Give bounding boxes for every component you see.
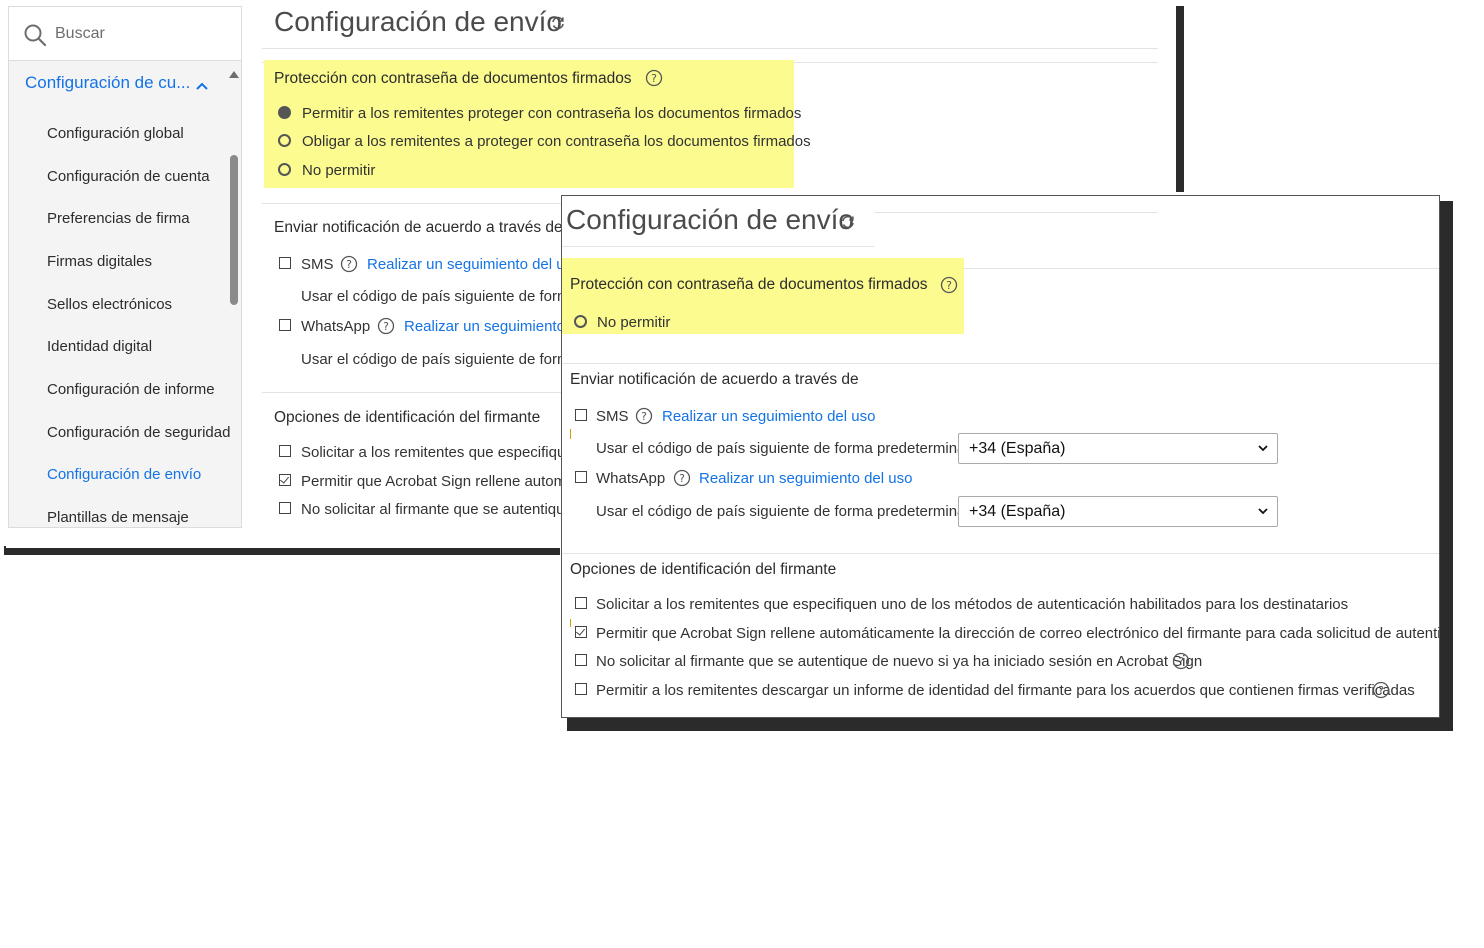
radio-disallow-password[interactable] [278,163,291,176]
refresh-icon[interactable] [550,15,566,31]
chevron-down-icon [1258,445,1268,452]
page-title-zoomed: Configuración de envío [566,204,854,235]
help-icon[interactable]: ? [940,276,958,294]
cursor-mark [570,429,571,439]
option-autofill-email-label: Permitir que Acrobat Sign rellene autom [301,473,567,490]
svg-text:?: ? [679,472,685,485]
notification-section-title: Enviar notificación de acuerdo a través … [570,371,859,388]
help-icon[interactable]: ? [340,255,358,273]
chevron-up-icon[interactable] [195,81,209,91]
svg-text:?: ? [946,279,952,292]
password-protection-section-title: Protección con contraseña de documentos … [274,70,632,87]
help-icon[interactable]: ? [1172,652,1190,670]
sms-checkbox[interactable] [575,409,587,421]
divider [874,212,1158,213]
sms-checkbox[interactable] [279,257,291,269]
search-box[interactable]: Buscar [9,7,241,61]
sms-usage-tracking-link[interactable]: Realizar un seguimiento del u [367,256,565,273]
signer-id-section-title: Opciones de identificación del firmante [570,561,837,578]
radio-require-password[interactable] [278,134,291,147]
radio-allow-password[interactable] [278,106,291,119]
option-identity-report-label: Permitir a los remitentes descargar un i… [596,682,1415,699]
sidebar-item-digital-signatures[interactable]: Firmas digitales [47,253,152,270]
whatsapp-usage-tracking-link[interactable]: Realizar un seguimiento del uso [699,470,912,487]
help-icon[interactable]: ? [645,69,663,87]
option-disallow-password-label: No permitir [302,162,376,179]
radio-disallow-password[interactable] [574,315,587,328]
sidebar-item-message-templates[interactable]: Plantillas de mensaje [47,509,189,526]
help-icon[interactable]: ? [377,317,395,335]
option-no-reauth-label: No solicitar al firmante que se autentiq… [301,501,565,518]
help-icon[interactable]: ? [673,469,691,487]
option-autofill-email-label: Permitir que Acrobat Sign rellene automá… [596,625,1440,642]
divider [562,553,1439,554]
divider [964,268,1439,269]
whatsapp-country-code-label: Usar el código de país siguiente de form [301,351,570,368]
divider [262,48,1158,49]
divider [562,246,874,247]
chevron-down-icon [1258,508,1268,515]
svg-text:?: ? [641,410,647,423]
checkbox-autofill-email[interactable] [575,626,587,638]
scroll-up-arrow-icon[interactable] [229,71,239,78]
sidebar-item-account-settings[interactable]: Configuración de cuenta [47,168,210,185]
option-request-auth-method-label: Solicitar a los remitentes que especifiq… [301,444,574,461]
notification-section-title: Enviar notificación de acuerdo a través … [274,219,563,236]
sms-usage-tracking-link[interactable]: Realizar un seguimiento del uso [662,408,875,425]
sidebar-item-digital-identity[interactable]: Identidad digital [47,338,152,355]
sidebar-item-global-settings[interactable]: Configuración global [47,125,184,142]
whatsapp-checkbox[interactable] [279,319,291,331]
sidebar-item-report-settings[interactable]: Configuración de informe [47,381,215,398]
scrollbar-thumb[interactable] [230,155,238,305]
option-disallow-password-label: No permitir [597,314,671,331]
search-icon [24,24,47,47]
help-icon[interactable]: ? [1372,681,1390,699]
option-no-reauth-label: No solicitar al firmante que se autentiq… [596,653,1203,670]
svg-text:?: ? [651,72,657,85]
checkbox-autofill-email[interactable] [279,474,291,486]
sidebar-item-electronic-seals[interactable]: Sellos electrónicos [47,296,172,313]
sms-country-code-label: Usar el código de país siguiente de form [301,288,570,305]
whatsapp-checkbox[interactable] [575,471,587,483]
whatsapp-country-selected-value: +34 (España) [969,503,1066,520]
whatsapp-country-select[interactable]: +34 (España) [958,496,1278,527]
sms-label: SMS [596,408,629,425]
whatsapp-label: WhatsApp [596,470,666,487]
checkbox-request-auth-method[interactable] [575,597,587,609]
page-title: Configuración de envío [274,6,562,37]
signer-id-section-title: Opciones de identificación del firmante [274,409,541,426]
sidebar-scrollbar[interactable] [227,67,241,527]
svg-text:?: ? [383,320,389,333]
back-panel-shadow [1176,6,1184,192]
sidebar-item-signature-preferences[interactable]: Preferencias de firma [47,210,190,227]
checkbox-no-reauth[interactable] [279,502,291,514]
svg-text:?: ? [346,258,352,271]
svg-text:?: ? [1178,655,1184,668]
sms-country-selected-value: +34 (España) [969,440,1066,457]
svg-text:?: ? [1378,684,1384,697]
option-request-auth-method-label: Solicitar a los remitentes que especifiq… [596,596,1349,613]
sms-country-code-label: Usar el código de país siguiente de form… [596,440,987,457]
divider [562,363,1439,364]
sidebar-item-send-settings[interactable]: Configuración de envío [47,466,201,483]
help-icon[interactable]: ? [635,407,653,425]
front-settings-panel: Configuración de envío Protección con co… [561,195,1440,718]
whatsapp-usage-tracking-link[interactable]: Realizar un seguimiento [404,318,565,335]
checkbox-identity-report[interactable] [575,683,587,695]
sidebar: Buscar Configuración de cu... Configurac… [8,6,242,528]
cursor-mark [570,619,571,627]
checkbox-no-reauth[interactable] [575,654,587,666]
sidebar-account-settings-header[interactable]: Configuración de cu... [25,73,190,93]
sms-label: SMS [301,256,334,273]
refresh-icon[interactable] [840,214,856,230]
sidebar-item-security-settings[interactable]: Configuración de seguridad [47,424,230,441]
option-allow-password-label: Permitir a los remitentes proteger con c… [302,105,802,122]
search-input[interactable]: Buscar [55,25,105,43]
password-protection-section-title: Protección con contraseña de documentos … [570,276,928,293]
whatsapp-label: WhatsApp [301,318,371,335]
checkbox-request-auth-method[interactable] [279,445,291,457]
whatsapp-country-code-label: Usar el código de país siguiente de form… [596,503,987,520]
option-require-password-label: Obligar a los remitentes a proteger con … [302,133,811,150]
sms-country-select[interactable]: +34 (España) [958,433,1278,464]
